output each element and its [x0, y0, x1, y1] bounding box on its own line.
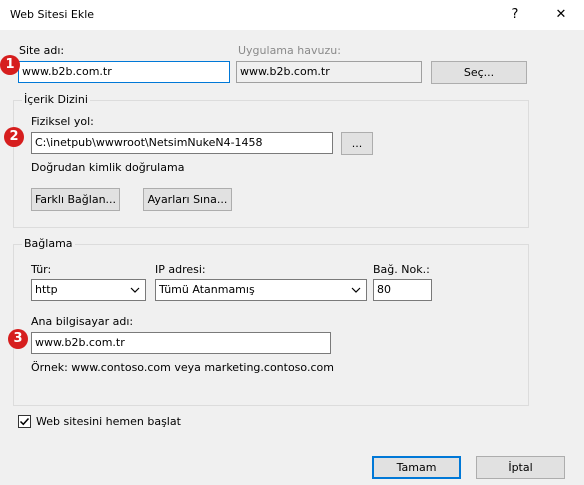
- host-name-label: Ana bilgisayar adı:: [31, 315, 134, 328]
- annotation-badge-3: 3: [8, 329, 28, 349]
- port-label: Bağ. Nok.:: [373, 263, 430, 276]
- help-button[interactable]: ?: [492, 0, 538, 30]
- annotation-badge-1: 1: [0, 55, 20, 75]
- cancel-button[interactable]: İptal: [476, 456, 565, 479]
- chevron-down-icon: [130, 287, 140, 293]
- start-website-label[interactable]: Web sitesini hemen başlat: [36, 415, 181, 428]
- close-button[interactable]: ✕: [538, 0, 584, 30]
- physical-path-label: Fiziksel yol:: [31, 115, 94, 128]
- browse-button[interactable]: ...: [341, 132, 373, 155]
- type-select-value: http: [35, 283, 58, 296]
- chevron-down-icon: [351, 287, 361, 293]
- connect-as-button[interactable]: Farklı Bağlan...: [31, 188, 120, 211]
- site-name-label: Site adı:: [19, 44, 65, 57]
- ip-select-value: Tümü Atanmamış: [159, 283, 255, 296]
- host-example-text: Örnek: www.contoso.com veya marketing.co…: [31, 361, 334, 374]
- test-settings-button[interactable]: Ayarları Sına...: [143, 188, 232, 211]
- annotation-badge-2: 2: [4, 127, 24, 147]
- ip-select[interactable]: Tümü Atanmamış: [155, 279, 367, 301]
- ok-button[interactable]: Tamam: [372, 456, 461, 479]
- site-name-input[interactable]: www.b2b.com.tr: [18, 61, 230, 83]
- select-pool-button[interactable]: Seç...: [431, 61, 527, 84]
- auth-text: Doğrudan kimlik doğrulama: [31, 161, 185, 174]
- content-directory-legend: İçerik Dizini: [22, 93, 90, 106]
- start-website-checkbox[interactable]: [18, 415, 31, 428]
- app-pool-field: www.b2b.com.tr: [236, 61, 422, 83]
- binding-legend: Bağlama: [22, 237, 75, 250]
- checkmark-icon: [19, 417, 30, 426]
- window-title: Web Sitesi Ekle: [10, 8, 95, 21]
- physical-path-input[interactable]: C:\inetpub\wwwroot\NetsimNukeN4-1458: [31, 132, 333, 154]
- app-pool-label: Uygulama havuzu:: [238, 44, 341, 57]
- ip-label: IP adresi:: [155, 263, 206, 276]
- type-select[interactable]: http: [31, 279, 146, 301]
- type-label: Tür:: [31, 263, 52, 276]
- port-input[interactable]: 80: [373, 279, 432, 301]
- host-name-input[interactable]: www.b2b.com.tr: [31, 332, 331, 354]
